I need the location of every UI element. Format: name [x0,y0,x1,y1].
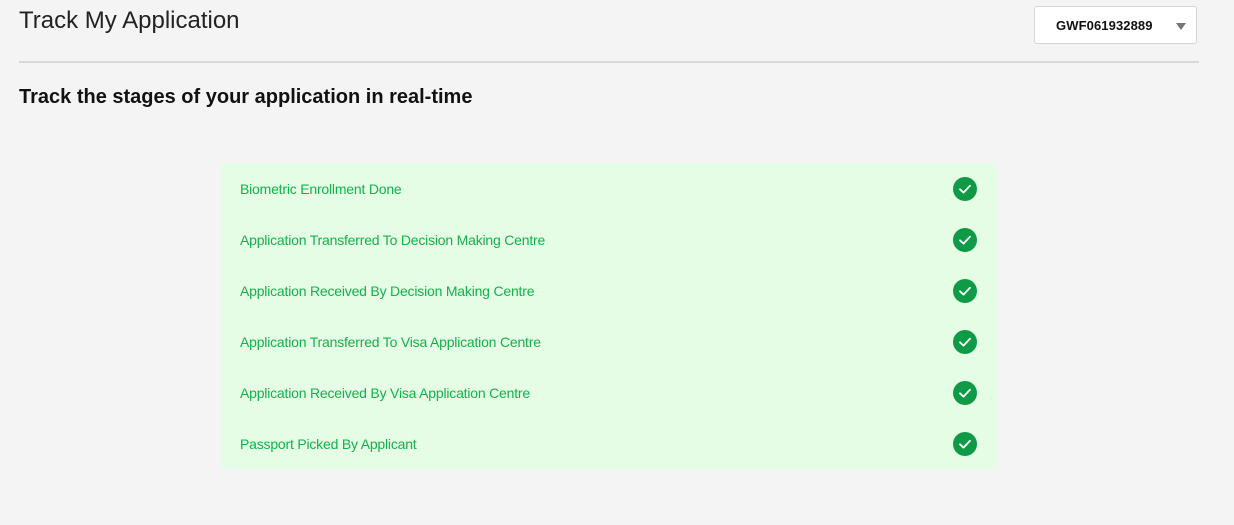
header-divider [19,61,1199,63]
stage-row: Biometric Enrollment Done [221,163,997,214]
check-circle-icon [953,432,977,456]
application-number-value: GWF061932889 [1056,18,1153,33]
stage-label: Application Received By Visa Application… [240,385,530,401]
stage-row: Passport Picked By Applicant [221,418,997,469]
check-circle-icon [953,330,977,354]
check-circle-icon [953,177,977,201]
caret-down-icon [1176,23,1186,30]
check-circle-icon [953,279,977,303]
stage-label: Application Received By Decision Making … [240,283,535,299]
stage-row: Application Received By Visa Application… [221,367,997,418]
application-number-select[interactable]: GWF061932889 [1034,6,1197,44]
stage-row: Application Received By Decision Making … [221,265,997,316]
stage-label: Biometric Enrollment Done [240,181,402,197]
page-title: Track My Application [19,7,240,34]
stage-label: Passport Picked By Applicant [240,436,417,452]
stage-label: Application Transferred To Decision Maki… [240,232,546,248]
stage-row: Application Transferred To Decision Maki… [221,214,997,265]
stage-row: Application Transferred To Visa Applicat… [221,316,997,367]
stages-list: Biometric Enrollment Done Application Tr… [221,163,997,469]
stage-label: Application Transferred To Visa Applicat… [240,334,541,350]
section-heading: Track the stages of your application in … [19,86,473,108]
check-circle-icon [953,381,977,405]
check-circle-icon [953,228,977,252]
track-application-page: Track My Application GWF061932889 Track … [0,0,1234,525]
